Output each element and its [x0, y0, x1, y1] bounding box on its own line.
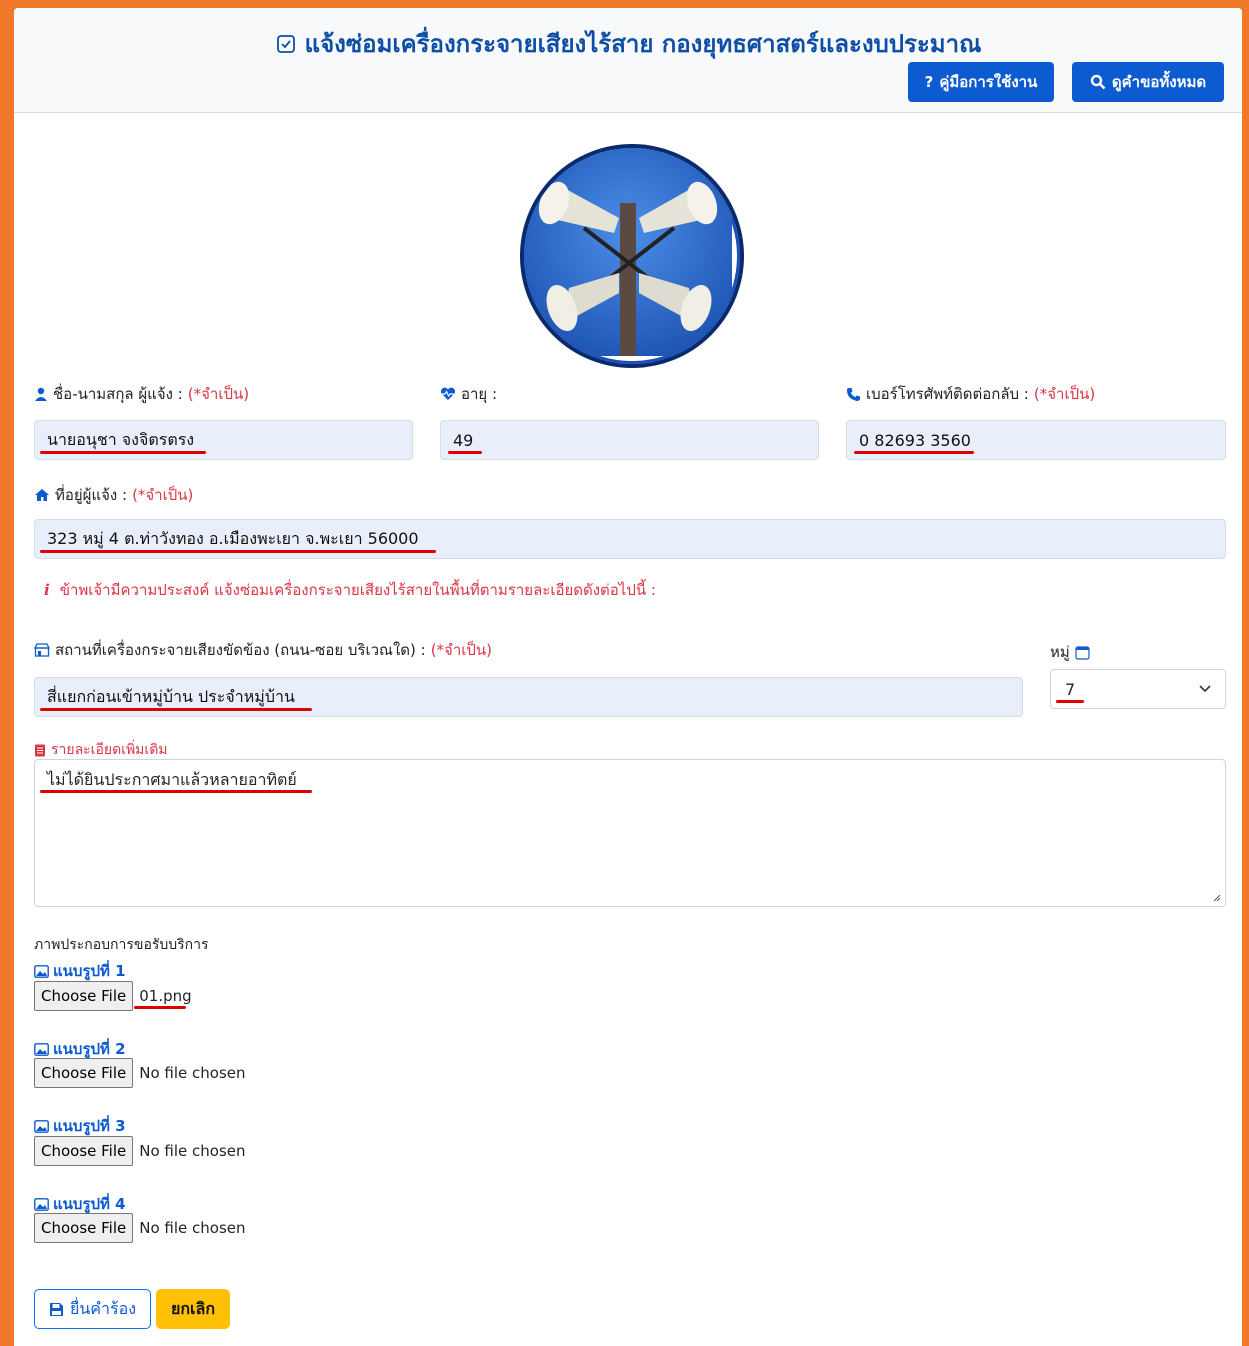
heart-pulse-icon	[440, 387, 456, 400]
upload-2-filename: No file chosen	[139, 1064, 246, 1082]
phone-label-text: เบอร์โทรศัพท์ติดต่อกลับ :	[866, 385, 1029, 403]
image-icon	[34, 1197, 49, 1211]
name-label: ชื่อ-นามสกุล ผู้แจ้ง : (*จำเป็น)	[34, 382, 249, 406]
choose-file-button-3[interactable]: Choose File	[34, 1136, 134, 1166]
annotation-underline	[854, 451, 974, 454]
speaker-image	[520, 144, 744, 368]
details-textarea[interactable]: ไม่ได้ยินประกาศมาแล้วหลายอาทิตย์	[34, 759, 1226, 907]
phone-label: เบอร์โทรศัพท์ติดต่อกลับ : (*จำเป็น)	[846, 382, 1095, 406]
store-icon	[34, 643, 50, 657]
annotation-underline	[448, 451, 482, 454]
form-window: แจ้งซ่อมเครื่องกระจายเสียงไร้สาย กองยุทธ…	[14, 8, 1242, 1346]
resize-handle-icon[interactable]	[1213, 894, 1221, 902]
moo-label: หมู่	[1050, 640, 1090, 664]
page-header: แจ้งซ่อมเครื่องกระจายเสียงไร้สาย กองยุทธ…	[14, 8, 1242, 113]
annotation-underline	[1056, 700, 1084, 703]
upload-4-row: Choose File No file chosen	[34, 1213, 246, 1243]
phone-input-value: 0 82693 3560	[859, 430, 971, 450]
choose-file-button-4[interactable]: Choose File	[34, 1213, 134, 1243]
location-label-text: สถานที่เครื่องกระจายเสียงขัดข้อง (ถนน-ซอ…	[55, 641, 426, 659]
location-label: สถานที่เครื่องกระจายเสียงขัดข้อง (ถนน-ซอ…	[34, 638, 492, 662]
upload-1-label-text: แนบรูปที่ 1	[53, 962, 126, 980]
document-icon	[35, 744, 45, 756]
cancel-button[interactable]: ยกเลิก	[156, 1289, 230, 1329]
calendar-icon	[1075, 645, 1090, 660]
view-all-requests-button[interactable]: ดูคำขอทั้งหมด	[1072, 62, 1224, 102]
details-textarea-value: ไม่ได้ยินประกาศมาแล้วหลายอาทิตย์	[47, 770, 297, 789]
image-icon	[34, 1042, 49, 1056]
address-input-value: 323 หมู่ 4 ต.ท่าวังทอง อ.เมืองพะเยา จ.พะ…	[47, 528, 419, 548]
upload-3-label: แนบรูปที่ 3	[34, 1114, 126, 1138]
details-label-text: รายละเอียดเพิ่มเติม	[51, 742, 168, 758]
required-marker: (*จำเป็น)	[430, 641, 493, 659]
upload-3-filename: No file chosen	[139, 1142, 246, 1160]
moo-select[interactable]: 7	[1050, 669, 1226, 709]
upload-3-label-text: แนบรูปที่ 3	[53, 1117, 126, 1135]
choose-file-button-1[interactable]: Choose File	[34, 981, 134, 1011]
upload-4-filename: No file chosen	[139, 1219, 246, 1237]
upload-3-row: Choose File No file chosen	[34, 1136, 246, 1166]
annotation-underline	[134, 1006, 186, 1009]
save-icon	[49, 1302, 63, 1316]
annotation-underline	[40, 550, 436, 553]
age-label: อายุ :	[440, 382, 497, 406]
search-icon	[1090, 74, 1106, 90]
moo-label-text: หมู่	[1050, 643, 1070, 661]
age-label-text: อายุ :	[461, 385, 498, 403]
question-icon: ?	[924, 73, 934, 91]
annotation-underline	[40, 790, 312, 793]
upload-1-filename: 01.png	[139, 987, 192, 1005]
address-label: ที่อยู่ผู้แจ้ง : (*จำเป็น)	[34, 483, 193, 507]
home-icon	[35, 489, 49, 501]
required-marker: (*จำเป็น)	[187, 385, 250, 403]
page-title-text: แจ้งซ่อมเครื่องกระจายเสียงไร้สาย กองยุทธ…	[304, 30, 982, 58]
chevron-down-icon	[1199, 685, 1211, 693]
phone-icon	[847, 387, 860, 401]
age-input[interactable]: 49	[440, 420, 819, 460]
image-icon	[34, 1119, 49, 1133]
checklist-icon	[276, 34, 295, 53]
info-note-text: ข้าพเจ้ามีความประสงค์ แจ้งซ่อมเครื่องกระ…	[59, 581, 656, 599]
name-input[interactable]: นายอนุชา จงจิตรตรง	[34, 420, 413, 460]
age-input-value: 49	[453, 430, 474, 450]
submit-button-label: ยื่นคำร้อง	[69, 1298, 136, 1318]
user-icon	[35, 387, 47, 401]
upload-2-row: Choose File No file chosen	[34, 1058, 246, 1088]
required-marker: (*จำเป็น)	[132, 486, 194, 504]
moo-select-value: 7	[1065, 679, 1076, 699]
location-input[interactable]: สี่แยกก่อนเข้าหมู่บ้าน ประจำหมู่บ้าน	[34, 677, 1023, 717]
speaker-illustration	[524, 148, 732, 363]
submit-button[interactable]: ยื่นคำร้อง	[34, 1289, 151, 1329]
upload-1-label: แนบรูปที่ 1	[34, 959, 126, 983]
name-label-text: ชื่อ-นามสกุล ผู้แจ้ง :	[53, 385, 183, 403]
info-icon: i	[44, 581, 50, 599]
uploads-section-label: ภาพประกอบการขอรับบริการ	[34, 934, 209, 956]
page-title: แจ้งซ่อมเครื่องกระจายเสียงไร้สาย กองยุทธ…	[14, 24, 1242, 63]
manual-button[interactable]: ? คู่มือการใช้งาน	[908, 62, 1054, 102]
name-input-value: นายอนุชา จงจิตรตรง	[47, 429, 195, 449]
view-all-label: ดูคำขอทั้งหมด	[1111, 73, 1207, 91]
address-label-text: ที่อยู่ผู้แจ้ง :	[55, 486, 128, 504]
choose-file-button-2[interactable]: Choose File	[34, 1058, 134, 1088]
uploads-section-label-text: ภาพประกอบการขอรับบริการ	[34, 937, 209, 953]
manual-button-label: คู่มือการใช้งาน	[939, 73, 1038, 91]
annotation-underline	[40, 451, 206, 454]
info-note: i ข้าพเจ้ามีความประสงค์ แจ้งซ่อมเครื่องก…	[44, 578, 656, 602]
required-marker: (*จำเป็น)	[1033, 385, 1096, 403]
details-label: รายละเอียดเพิ่มเติม	[34, 739, 168, 761]
address-input[interactable]: 323 หมู่ 4 ต.ท่าวังทอง อ.เมืองพะเยา จ.พะ…	[34, 519, 1226, 559]
phone-input[interactable]: 0 82693 3560	[846, 420, 1226, 460]
location-input-value: สี่แยกก่อนเข้าหมู่บ้าน ประจำหมู่บ้าน	[47, 686, 295, 706]
image-icon	[34, 964, 49, 978]
annotation-underline	[40, 708, 312, 711]
